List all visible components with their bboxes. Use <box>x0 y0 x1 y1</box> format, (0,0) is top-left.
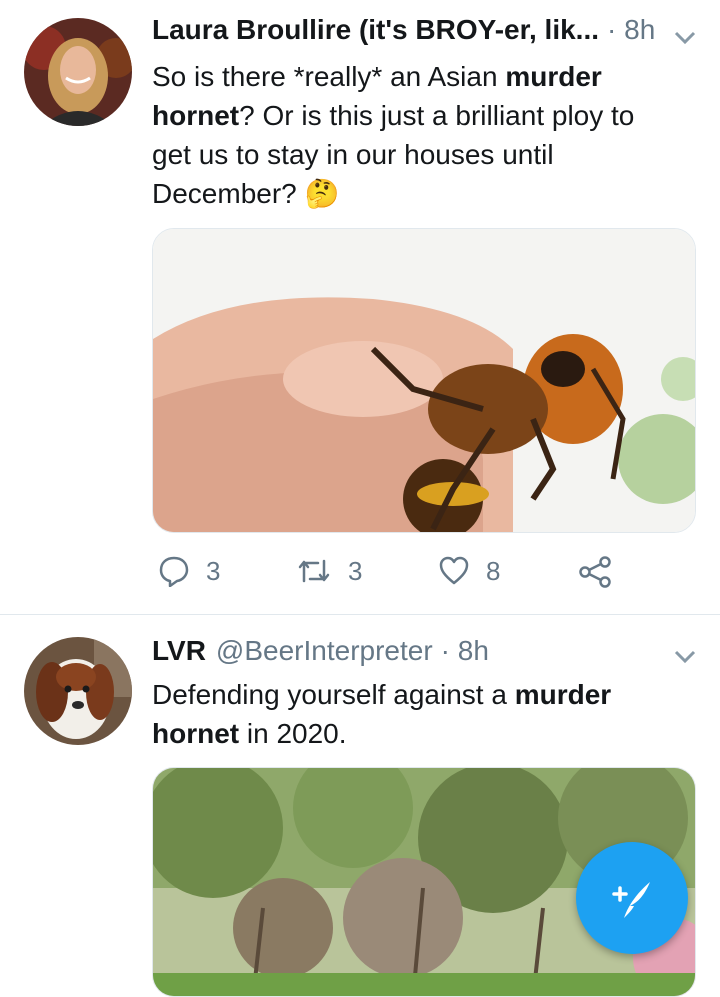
share-button[interactable] <box>578 555 612 589</box>
timestamp[interactable]: · 8h <box>441 635 489 667</box>
tweet-text: Defending yourself against a murder horn… <box>152 675 672 753</box>
display-name[interactable]: LVR <box>152 635 206 667</box>
tweet-header: Laura Broullire (it's BROY-er, lik... · … <box>152 14 655 46</box>
heart-icon <box>439 556 469 585</box>
like-button[interactable]: 8 <box>438 555 500 587</box>
reply-count: 3 <box>206 555 221 586</box>
tweet-header: LVR @BeerInterpreter · 8h <box>152 635 489 667</box>
display-name[interactable]: Laura Broullire (it's BROY-er, lik... <box>152 14 599 46</box>
tweet-actions: 3 3 8 <box>152 555 672 595</box>
tweet-1[interactable]: Laura Broullire (it's BROY-er, lik... · … <box>0 0 720 614</box>
tweet-text: So is there *really* an Asian murder hor… <box>152 57 672 213</box>
retweet-icon <box>298 559 330 583</box>
user-handle[interactable]: @BeerInterpreter <box>216 635 433 667</box>
text-segment: in 2020. <box>239 718 347 749</box>
timestamp[interactable]: · 8h <box>607 14 655 46</box>
avatar[interactable] <box>24 18 132 126</box>
tweet-image[interactable] <box>152 228 696 533</box>
reply-button[interactable]: 3 <box>158 555 220 587</box>
text-segment: Defending yourself against a <box>152 679 515 710</box>
compose-tweet-button[interactable] <box>576 842 688 954</box>
avatar[interactable] <box>24 637 132 745</box>
highlight-term: murder <box>514 679 612 710</box>
share-icon <box>579 556 611 588</box>
text-segment: So is there *really* an Asian <box>152 61 506 92</box>
like-count: 8 <box>486 555 501 586</box>
highlight-term: hornet <box>152 100 240 131</box>
retweet-button[interactable]: 3 <box>296 555 362 587</box>
thinking-emoji: 🤔 <box>304 178 340 209</box>
chevron-down-icon[interactable] <box>670 22 700 52</box>
compose-tweet-icon <box>612 882 650 918</box>
retweet-count: 3 <box>348 555 363 586</box>
chevron-down-icon[interactable] <box>670 641 700 671</box>
highlight-term: hornet <box>152 718 240 749</box>
highlight-term: murder <box>505 61 602 92</box>
reply-icon <box>159 556 189 587</box>
